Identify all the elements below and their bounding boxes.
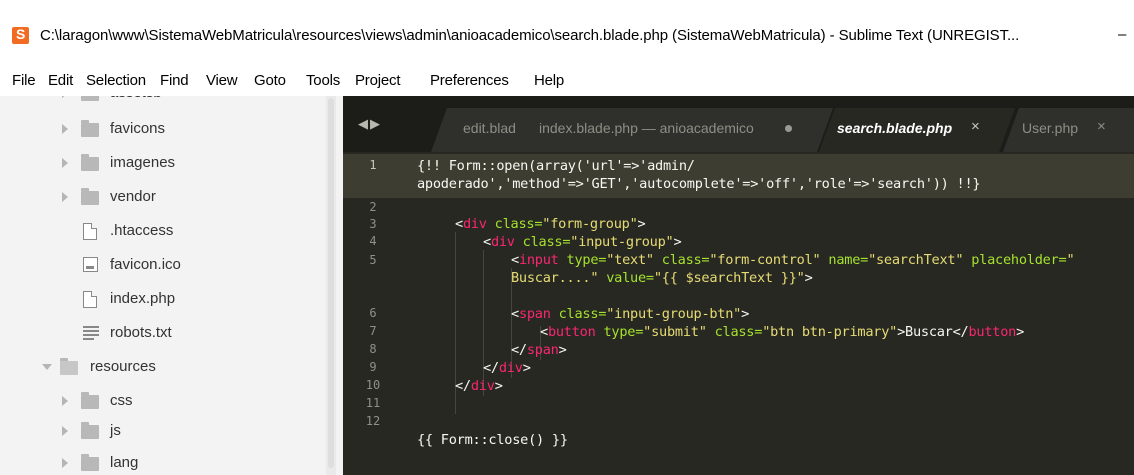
- menu-project[interactable]: Project: [355, 72, 400, 89]
- line-number: 12: [365, 414, 381, 428]
- collapsed-arrow-icon[interactable]: [62, 396, 68, 406]
- line-number: 5: [369, 253, 377, 267]
- code-line-5a: <input type="text" class="form-control" …: [511, 252, 1075, 268]
- sidebar-item-css[interactable]: css: [0, 388, 320, 418]
- folder-icon: [81, 422, 99, 439]
- sidebar-scroll-thumb[interactable]: [328, 98, 334, 468]
- menu-view[interactable]: View: [206, 72, 238, 89]
- collapsed-arrow-icon[interactable]: [62, 158, 68, 168]
- folder-icon: [81, 154, 99, 171]
- collapsed-arrow-icon[interactable]: [62, 458, 68, 468]
- menu-preferences[interactable]: Preferences: [430, 72, 509, 89]
- close-tab-icon[interactable]: ×: [1097, 118, 1106, 135]
- unsaved-dot-icon: [785, 125, 792, 132]
- file-icon: [83, 291, 97, 308]
- sublime-text-app-icon: S: [12, 26, 29, 44]
- sidebar-scrollbar[interactable]: [326, 96, 336, 475]
- collapsed-arrow-icon[interactable]: [62, 426, 68, 436]
- menu-tools[interactable]: Tools: [306, 72, 340, 89]
- close-tab-icon[interactable]: ×: [971, 118, 980, 135]
- sidebar-item-index-php[interactable]: index.php: [0, 286, 320, 316]
- sidebar-item-robots-txt[interactable]: robots.txt: [0, 320, 320, 350]
- folder-icon: [81, 96, 99, 101]
- menu-help[interactable]: Help: [534, 72, 564, 89]
- line-number: 4: [369, 234, 377, 248]
- sidebar-item-imagenes[interactable]: imagenes: [0, 150, 320, 180]
- code-line-5b: Buscar...." value="{{ $searchText }}">: [511, 270, 813, 286]
- folder-icon: [81, 454, 99, 471]
- code-line-6: <span class="input-group-btn">: [511, 306, 750, 322]
- file-icon: [83, 223, 97, 240]
- minimize-button[interactable]: –: [1118, 26, 1126, 43]
- line-number: 11: [365, 396, 381, 410]
- collapsed-arrow-icon[interactable]: [62, 124, 68, 134]
- line-number: 6: [369, 306, 377, 320]
- project-sidebar: assetsb favicons imagenes vendor .htacce…: [0, 96, 343, 475]
- code-line-7: <button type="submit" class="btn btn-pri…: [540, 324, 1025, 340]
- code-line-1a: {!! Form::open(array('url'=>'admin/: [417, 158, 695, 174]
- code-line-12: {{ Form::close() }}: [417, 432, 568, 448]
- sidebar-item-resources[interactable]: resources: [0, 354, 320, 384]
- code-editor[interactable]: ◀▶ edit.blad index.blade.php — anioacade…: [343, 96, 1134, 475]
- menu-edit[interactable]: Edit: [48, 72, 73, 89]
- text-file-icon: [83, 324, 99, 340]
- tab-label-search-blade: search.blade.php: [837, 120, 953, 136]
- open-folder-icon: [60, 358, 78, 375]
- folder-icon: [81, 392, 99, 409]
- folder-icon: [81, 188, 99, 205]
- sidebar-item-favicons[interactable]: favicons: [0, 116, 320, 146]
- tab-label-user-php: User.php: [1022, 120, 1079, 136]
- code-line-9: </div>: [483, 360, 531, 376]
- sidebar-item-lang[interactable]: lang: [0, 450, 320, 475]
- line-number: 9: [369, 360, 377, 374]
- code-line-3: <div class="form-group">: [455, 216, 646, 232]
- folder-icon: [81, 120, 99, 137]
- code-line-4: <div class="input-group">: [483, 234, 682, 250]
- collapsed-arrow-icon[interactable]: [62, 96, 68, 98]
- menu-bar: File Edit Selection Find View Goto Tools…: [0, 62, 1134, 96]
- sidebar-item-js[interactable]: js: [0, 418, 320, 448]
- tab-label-edit-blade: edit.blad: [463, 120, 516, 136]
- menu-file[interactable]: File: [12, 72, 36, 89]
- line-number: 7: [369, 324, 377, 338]
- tab-bar: ◀▶ edit.blad index.blade.php — anioacade…: [343, 96, 1134, 152]
- sidebar-item-favicon-ico[interactable]: favicon.ico: [0, 252, 320, 282]
- menu-selection[interactable]: Selection: [86, 72, 146, 89]
- window-title-bar: S C:\laragon\www\SistemaWebMatricula\res…: [0, 0, 1134, 62]
- image-file-icon: [83, 257, 98, 272]
- code-line-10: </div>: [455, 378, 503, 394]
- sidebar-item-assetsb[interactable]: assetsb: [0, 96, 320, 110]
- sidebar-item-vendor[interactable]: vendor: [0, 184, 320, 214]
- menu-goto[interactable]: Goto: [254, 72, 286, 89]
- window-title: C:\laragon\www\SistemaWebMatricula\resou…: [40, 27, 1020, 44]
- tab-navigation-arrows-icon[interactable]: ◀▶: [358, 117, 382, 132]
- collapsed-arrow-icon[interactable]: [62, 192, 68, 202]
- code-line-8: </span>: [511, 342, 567, 358]
- sidebar-item-htaccess[interactable]: .htaccess: [0, 218, 320, 248]
- line-number: 1: [369, 158, 377, 172]
- code-line-1b: apoderado','method'=>'GET','autocomplete…: [417, 176, 981, 192]
- expanded-arrow-icon[interactable]: [42, 364, 52, 370]
- line-number: 8: [369, 342, 377, 356]
- menu-find[interactable]: Find: [160, 72, 189, 89]
- line-number: 10: [365, 378, 381, 392]
- tab-label-index-blade: index.blade.php — anioacademico: [539, 120, 754, 136]
